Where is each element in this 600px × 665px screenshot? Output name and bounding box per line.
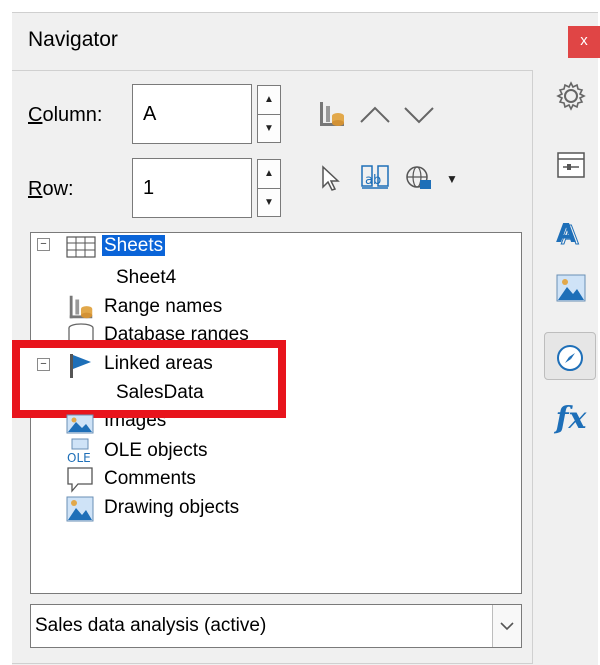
chevron-down-icon[interactable] <box>492 605 521 647</box>
column-mnemonic: C <box>28 104 43 126</box>
comment-icon <box>66 466 96 499</box>
flag-icon <box>66 352 96 383</box>
previous-icon[interactable] <box>358 100 392 136</box>
next-icon[interactable] <box>402 100 436 136</box>
column-label-rest: olumn: <box>42 104 103 126</box>
drawing-icon <box>66 496 94 527</box>
column-spin-buttons[interactable]: ▲ ▼ <box>257 85 281 143</box>
row-input[interactable]: 1 <box>132 158 252 218</box>
row-spin-buttons[interactable]: ▲ ▼ <box>257 159 281 217</box>
close-button[interactable]: x <box>568 26 600 58</box>
table-icon <box>66 236 96 263</box>
expander-sheets[interactable]: − <box>37 238 50 251</box>
gear-icon[interactable] <box>552 80 590 118</box>
document-select-value: Sales data analysis (active) <box>35 615 267 636</box>
ole-icon: OLE <box>66 438 98 469</box>
sidebar-deck: AA fx <box>540 70 600 664</box>
row-mnemonic: R <box>28 178 43 200</box>
tree-item-ole-objects[interactable]: OLE objects <box>104 440 208 462</box>
column-down-button[interactable]: ▼ <box>258 114 280 143</box>
row-label: Row: <box>28 178 74 201</box>
dropdown-arrow-icon[interactable]: ▼ <box>444 164 460 194</box>
globe-icon[interactable] <box>402 164 434 200</box>
column-input[interactable]: A <box>132 84 252 144</box>
row-down-button[interactable]: ▼ <box>258 188 280 217</box>
tree-item-sheets[interactable]: Sheets <box>102 235 166 257</box>
expander-linked-areas[interactable]: − <box>37 358 50 371</box>
column-label: Column: <box>28 104 102 127</box>
properties-icon[interactable] <box>552 150 590 188</box>
insert-as-hyperlink-icon[interactable]: ab <box>358 164 392 200</box>
column-up-button[interactable]: ▲ <box>258 86 280 114</box>
navigator-icon[interactable] <box>544 332 596 380</box>
gallery-icon[interactable] <box>552 274 590 312</box>
styles-icon[interactable]: AA <box>552 214 590 252</box>
tree-item-comments[interactable]: Comments <box>104 468 196 490</box>
svg-text:ab: ab <box>365 173 381 188</box>
image-icon <box>66 414 94 439</box>
tree-item-linked-areas[interactable]: Linked areas <box>104 353 213 375</box>
drag-mode-icon[interactable] <box>316 164 346 200</box>
tree-item-sheet4[interactable]: Sheet4 <box>116 267 176 289</box>
range-names-icon[interactable] <box>314 98 350 138</box>
svg-text:A: A <box>561 221 579 248</box>
tree-item-range-names[interactable]: Range names <box>104 296 222 318</box>
row-label-rest: ow: <box>42 178 74 200</box>
highlight-box <box>12 340 286 418</box>
tree-item-drawing-objects[interactable]: Drawing objects <box>104 497 239 519</box>
tree-item-salesdata[interactable]: SalesData <box>116 382 204 404</box>
document-select[interactable]: Sales data analysis (active) <box>30 604 522 648</box>
panel-title: Navigator <box>28 28 118 51</box>
functions-icon[interactable]: fx <box>552 400 590 438</box>
ole-icon-text: OLE <box>67 451 91 464</box>
row-up-button[interactable]: ▲ <box>258 160 280 188</box>
tree-item-sheets-label: Sheets <box>102 235 166 256</box>
